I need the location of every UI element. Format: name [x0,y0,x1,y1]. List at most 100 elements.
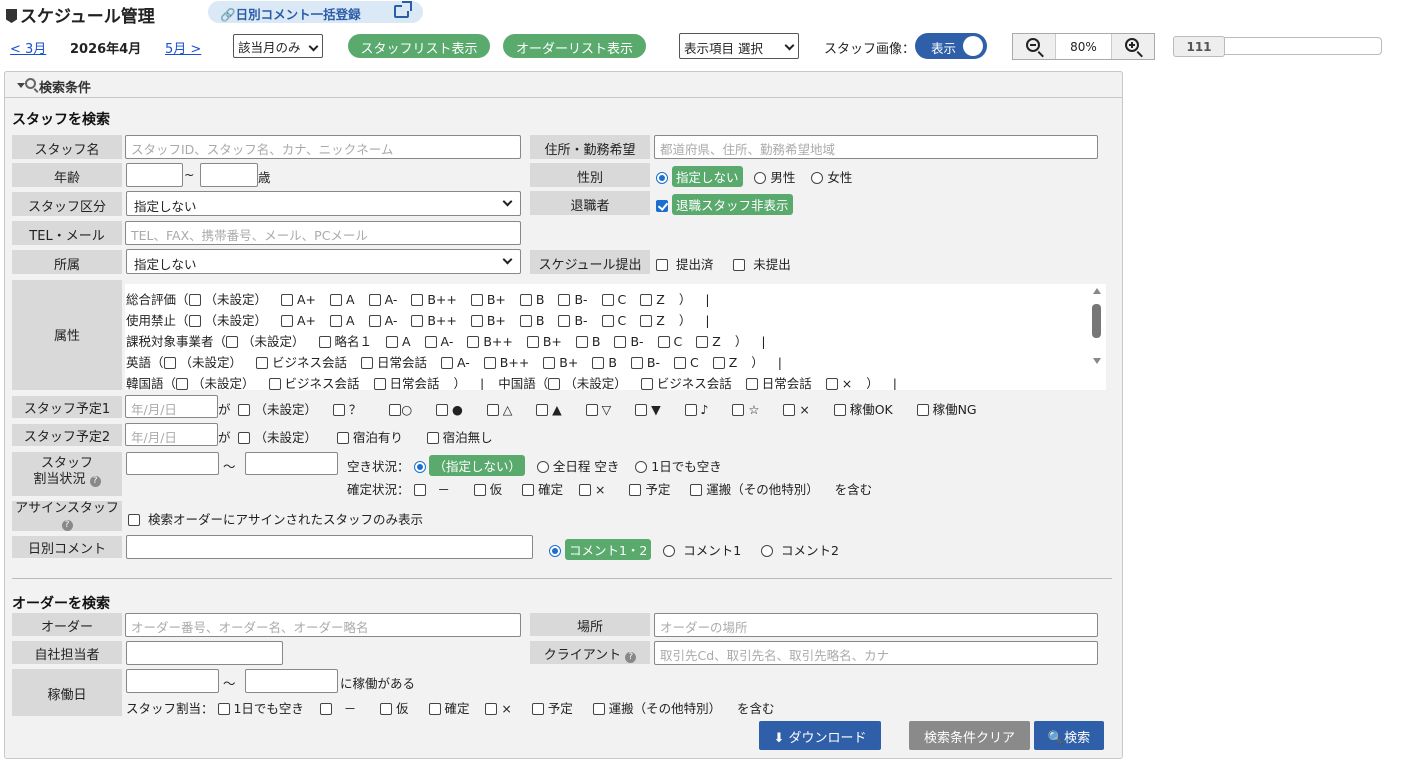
search-panel-header[interactable]: 検索条件 [4,71,1123,98]
plan1-checkbox[interactable] [684,404,697,416]
confirm-checkbox[interactable] [690,484,703,496]
assign-from-input[interactable] [126,452,219,475]
age-max-input[interactable] [200,163,258,187]
attr-checkbox[interactable] [483,357,496,369]
age-min-input[interactable] [126,163,183,187]
place-input[interactable]: オーダーの場所 [654,613,1098,637]
plan1-checkbox[interactable] [332,404,345,416]
attr-checkbox[interactable] [592,357,605,369]
attr-checkbox[interactable] [558,315,571,327]
attr-checkbox[interactable] [630,357,643,369]
download-button[interactable]: ⬇ ダウンロード [759,721,881,750]
work-to-input[interactable] [245,669,338,693]
work-from-input[interactable] [126,669,219,693]
attr-checkbox[interactable] [614,336,627,348]
attr-checkbox[interactable] [368,294,381,306]
confirm-checkbox[interactable] [579,484,592,496]
staff-name-input[interactable]: スタッフID、スタッフ名、カナ、ニックネーム [125,135,521,159]
comment-both-radio[interactable] [549,545,561,557]
attr-checkbox[interactable] [558,294,571,306]
not-submitted-checkbox[interactable] [733,259,746,271]
staff-list-button[interactable]: スタッフリスト表示 [348,34,490,58]
size-slider[interactable] [1224,37,1382,55]
next-month-link[interactable]: 5月 > [165,38,201,57]
client-input[interactable]: 取引先Cd、取引先名、取引先略名、カナ [654,641,1098,665]
tel-mail-input[interactable]: TEL、FAX、携帯番号、メール、PCメール [125,221,521,245]
attr-checkbox[interactable] [176,378,189,390]
vacancy-none-radio[interactable] [413,461,426,473]
attr-checkbox[interactable] [519,294,532,306]
plan1-checkbox[interactable] [238,404,251,416]
gender-none-radio[interactable] [656,172,668,184]
clear-button[interactable]: 検索条件クリア [909,721,1030,750]
zoom-out-button[interactable] [1013,34,1055,59]
prev-month-link[interactable]: < 3月 [10,38,46,57]
attr-checkbox[interactable] [470,315,483,327]
attr-checkbox[interactable] [543,357,556,369]
staff-assign-checkbox[interactable] [485,703,498,715]
plan1-checkbox[interactable] [833,404,846,416]
attr-checkbox[interactable] [256,357,269,369]
gender-male-radio[interactable] [754,172,767,184]
daily-comment-input[interactable] [126,535,533,559]
attr-checkbox[interactable] [601,315,614,327]
staff-assign-checkbox[interactable] [592,703,605,715]
attr-checkbox[interactable] [601,294,614,306]
staff-image-toggle[interactable]: 表示 [915,33,987,59]
search-button[interactable]: 🔍検索 [1034,721,1104,750]
display-items-select[interactable]: 表示項目 選択 [679,33,799,59]
confirm-checkbox[interactable] [522,484,535,496]
attr-checkbox[interactable] [640,315,653,327]
attr-checkbox[interactable] [467,336,480,348]
help-icon[interactable]: ? [61,520,73,531]
month-filter-select[interactable]: 該当月のみ [233,34,323,58]
attr-checkbox[interactable] [318,336,331,348]
gender-female-radio[interactable] [811,172,824,184]
scroll-thumb[interactable] [1092,304,1101,338]
attr-checkbox[interactable] [386,336,399,348]
attr-checkbox[interactable] [526,336,539,348]
assign-to-input[interactable] [245,452,338,475]
attr-checkbox[interactable] [188,294,201,306]
plan1-checkbox[interactable] [585,404,598,416]
plan1-checkbox[interactable] [783,404,796,416]
attr-checkbox[interactable] [441,357,454,369]
plan1-checkbox[interactable] [732,404,745,416]
person-in-charge-input[interactable] [126,641,283,665]
attr-checkbox[interactable] [470,294,483,306]
attr-checkbox[interactable] [712,357,725,369]
submitted-checkbox[interactable] [656,259,668,271]
zoom-in-button[interactable] [1112,34,1154,59]
attr-checkbox[interactable] [411,315,424,327]
staff-assign-checkbox[interactable] [380,703,393,715]
plan1-checkbox[interactable] [486,404,499,416]
plan1-checkbox[interactable] [435,404,448,416]
attr-checkbox[interactable] [825,378,838,390]
attr-checkbox[interactable] [575,336,588,348]
scroll-up-icon[interactable] [1093,288,1101,294]
staff-assign-checkbox[interactable] [531,703,544,715]
attr-checkbox[interactable] [281,315,294,327]
attr-checkbox[interactable] [519,315,532,327]
plan1-checkbox[interactable] [536,404,549,416]
plan2-checkbox[interactable] [238,432,251,444]
attr-checkbox[interactable] [330,294,343,306]
bulk-comment-link[interactable]: 🔗日別コメント一括登録 [208,1,423,23]
plan2-checkbox[interactable] [336,432,349,444]
assign-only-checkbox[interactable] [128,514,140,526]
attr-checkbox[interactable] [268,378,281,390]
vacancy-all-radio[interactable] [536,461,549,473]
attr-checkbox[interactable] [163,357,176,369]
comment-1-radio[interactable] [663,545,676,557]
attr-checkbox[interactable] [640,378,653,390]
attr-checkbox[interactable] [330,315,343,327]
plan2-date-input[interactable]: 年/月/日 [125,423,218,446]
confirm-checkbox[interactable] [413,484,426,496]
staff-assign-checkbox[interactable] [319,703,332,715]
help-icon[interactable]: ? [625,652,637,663]
address-input[interactable]: 都道府県、住所、勤務希望地域 [654,135,1098,159]
plan2-checkbox[interactable] [426,432,439,444]
attr-checkbox[interactable] [226,336,239,348]
attr-checkbox[interactable] [361,357,374,369]
attr-checkbox[interactable] [674,357,686,369]
